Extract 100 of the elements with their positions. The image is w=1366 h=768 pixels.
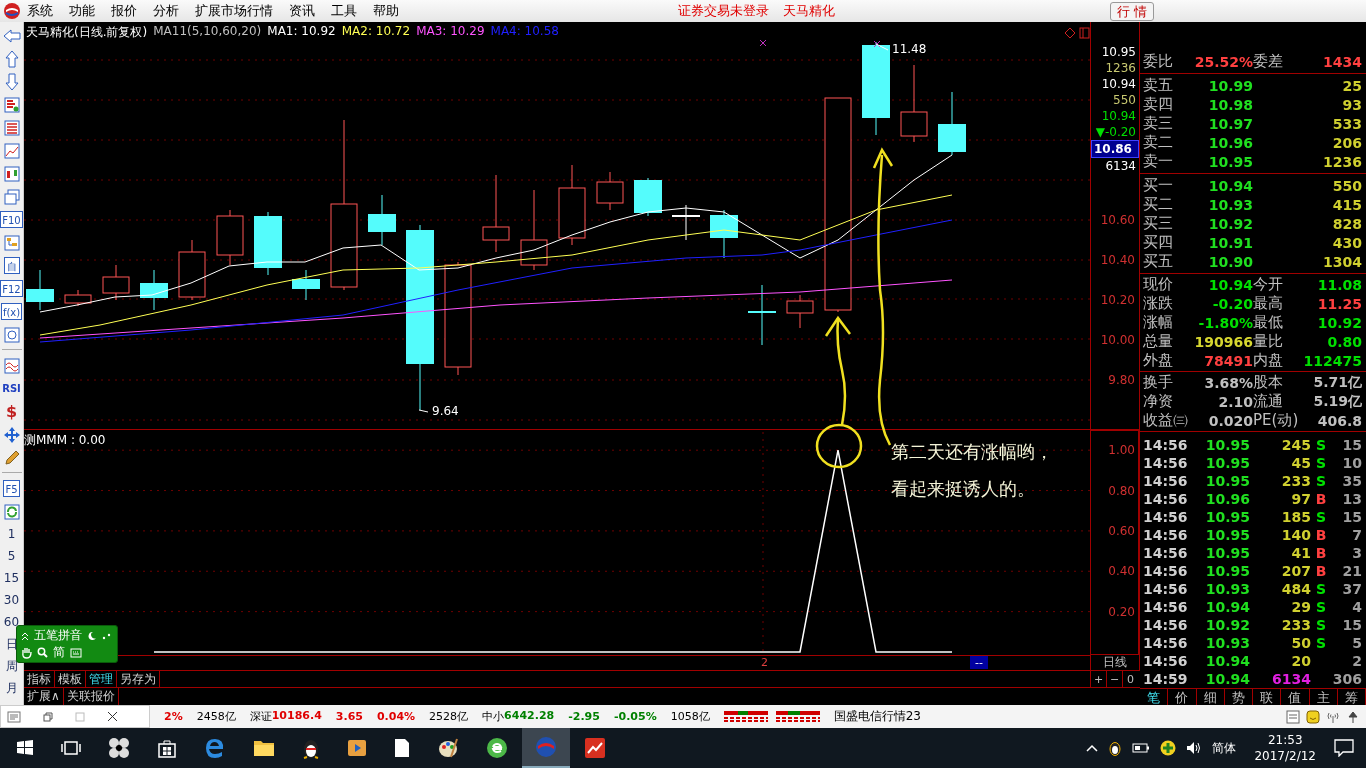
toolbar-button[interactable]: F10 xyxy=(0,211,23,228)
toolbar-button[interactable]: F5 xyxy=(3,480,20,497)
period-button[interactable]: 月 xyxy=(5,677,18,699)
period-button[interactable]: 1 xyxy=(7,523,16,545)
candle xyxy=(634,177,662,217)
stock-name: 天马精化 xyxy=(783,2,835,20)
refresh-icon[interactable] xyxy=(3,503,20,520)
file-icon[interactable] xyxy=(394,738,410,758)
quote-button[interactable]: 行 情 xyxy=(1110,1,1155,21)
grid-icon[interactable] xyxy=(3,119,20,136)
bottom-tab[interactable]: 另存为 xyxy=(117,671,160,687)
bottom-tab[interactable]: 管理 xyxy=(86,671,117,687)
wave-chart-icon[interactable] xyxy=(3,357,20,374)
stat-label: 量比 xyxy=(1253,332,1284,351)
bottom-tab[interactable]: 指标 xyxy=(24,671,55,687)
candlestick-icon[interactable] xyxy=(3,165,20,182)
chart-app-icon[interactable] xyxy=(584,737,606,759)
windows-icon[interactable] xyxy=(3,188,20,205)
notification-icon[interactable] xyxy=(1334,739,1354,757)
price-axis-label: 10.00 xyxy=(1100,332,1135,348)
close-icon[interactable] xyxy=(107,711,118,722)
trade-time: 14:56 xyxy=(1143,527,1187,543)
speaker-icon[interactable] xyxy=(1186,741,1203,755)
fan-icon[interactable] xyxy=(108,737,130,759)
plus-icon[interactable] xyxy=(1160,740,1177,756)
menu-item[interactable]: 资讯 xyxy=(289,2,315,20)
period-button[interactable]: 15 xyxy=(3,567,20,589)
chevron-up-icon[interactable] xyxy=(1086,744,1099,752)
stat-label: 换手 xyxy=(1143,373,1174,392)
trade-price: 10.94 xyxy=(1204,653,1250,669)
zoom-button[interactable]: − xyxy=(1106,671,1122,687)
trade-side: S xyxy=(1315,455,1327,471)
trade-volume: 185 xyxy=(1280,509,1311,525)
restore-icon[interactable] xyxy=(43,711,53,722)
moon-icon[interactable] xyxy=(87,630,97,641)
trade-price: 10.95 xyxy=(1204,455,1250,471)
trade-volume: 6134 xyxy=(1271,671,1311,687)
period-button[interactable]: 日 xyxy=(5,633,18,655)
line-chart-icon[interactable] xyxy=(3,142,20,159)
move-icon[interactable] xyxy=(3,426,20,443)
toolbar-button[interactable]: F12 xyxy=(0,280,23,297)
media-player-icon[interactable] xyxy=(347,738,367,758)
bottom-tab[interactable]: 模板 xyxy=(55,671,86,687)
zoom-button[interactable]: 0 xyxy=(1122,671,1138,687)
period-button[interactable]: 30 xyxy=(3,589,20,611)
toolbar-button[interactable]: 自 xyxy=(3,257,20,274)
candle xyxy=(786,294,814,329)
clock-time[interactable]: 21:53 xyxy=(1267,732,1303,748)
punctuation-icon[interactable] xyxy=(102,631,112,640)
ask-label: 卖一 xyxy=(1143,152,1174,171)
period-button[interactable]: 周 xyxy=(5,655,18,677)
store-icon[interactable] xyxy=(157,738,177,758)
task-view-icon[interactable] xyxy=(61,740,81,756)
input-method-label[interactable]: 五笔拼音 xyxy=(34,628,82,643)
input-mode-label[interactable]: 简 xyxy=(53,645,65,660)
trade-price: 10.94 xyxy=(1204,599,1250,615)
dollar-button[interactable]: $ xyxy=(5,400,18,423)
hand-icon[interactable] xyxy=(21,646,32,659)
circle-e-icon[interactable] xyxy=(486,737,508,759)
input-language[interactable]: 简体 xyxy=(1212,739,1237,757)
paint-palette-icon[interactable] xyxy=(437,737,459,759)
battery-icon[interactable] xyxy=(1132,743,1151,753)
menu-item[interactable]: 功能 xyxy=(69,2,95,20)
menu-item[interactable]: 系统 xyxy=(27,2,53,20)
trade-count: 10 xyxy=(1341,455,1362,471)
bid-volume: 430 xyxy=(1331,234,1362,251)
stat-value: 5.19亿 xyxy=(1312,392,1362,411)
axis-quote-value: 10.94 xyxy=(1101,108,1137,124)
menu-item[interactable]: 扩展市场行情 xyxy=(195,2,273,20)
search-icon[interactable] xyxy=(37,647,48,658)
square-icon[interactable] xyxy=(1079,27,1090,39)
up-arrow-icon[interactable] xyxy=(4,49,19,68)
toolbar-button[interactable]: f(x) xyxy=(0,303,23,320)
menu-item[interactable]: 工具 xyxy=(331,2,357,20)
trade-time: 14:56 xyxy=(1143,617,1187,633)
period-button[interactable]: 60 xyxy=(3,611,20,633)
zoom-button[interactable]: + xyxy=(1090,671,1106,687)
price-axis-label: 9.80 xyxy=(1108,372,1135,388)
period-button[interactable]: 5 xyxy=(7,545,16,567)
menu-item[interactable]: 分析 xyxy=(153,2,179,20)
keyboard-icon[interactable] xyxy=(70,647,82,658)
stat-value: 11.08 xyxy=(1316,276,1362,293)
document-icon xyxy=(7,710,21,723)
smiley-icon[interactable] xyxy=(1306,709,1320,724)
folder-icon[interactable] xyxy=(253,739,275,757)
rsi-button[interactable]: RSI xyxy=(2,377,21,400)
back-arrow-icon[interactable] xyxy=(2,28,21,43)
menu-item[interactable]: 帮助 xyxy=(373,2,399,20)
diamond-icon[interactable] xyxy=(1064,27,1076,39)
report-icon[interactable] xyxy=(3,96,20,113)
trade-volume: 207 xyxy=(1280,563,1311,579)
down-arrow-icon[interactable] xyxy=(4,72,19,91)
browser-e-icon[interactable] xyxy=(204,737,226,759)
clock-date[interactable]: 2017/2/12 xyxy=(1254,748,1316,764)
annotation-text: 第二天还有涨幅哟， xyxy=(891,440,1053,464)
pencil-icon[interactable] xyxy=(3,449,20,466)
collapse-icon[interactable] xyxy=(21,630,29,641)
menu-item[interactable]: 报价 xyxy=(111,2,137,20)
index-amount: 2528亿 xyxy=(429,709,469,724)
start-icon[interactable] xyxy=(16,739,34,757)
